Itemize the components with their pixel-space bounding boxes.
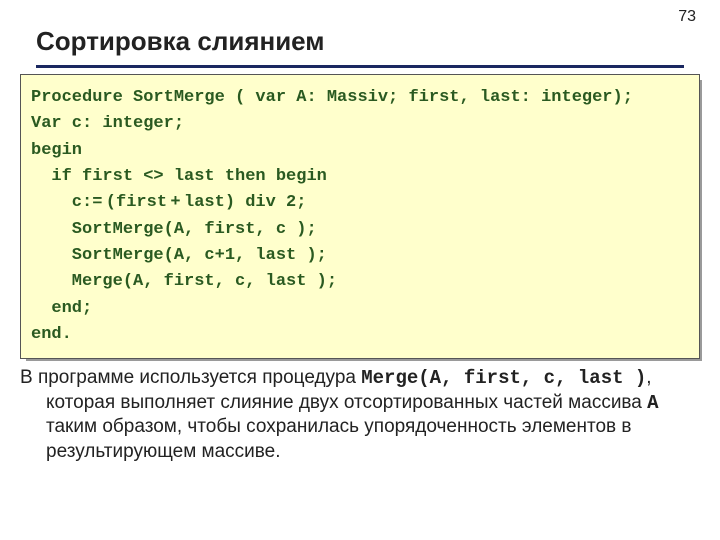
code-line: Merge(A, first, c, last );	[31, 269, 689, 295]
slide: 73 Сортировка слиянием Procedure SortMer…	[0, 0, 720, 540]
code-line: if first <> last then begin	[31, 164, 689, 190]
slide-title: Сортировка слиянием	[36, 26, 684, 68]
code-line: SortMerge(A, c+1, last );	[31, 243, 689, 269]
code-block: Procedure SortMerge ( var A: Massiv; fir…	[20, 74, 700, 359]
page-number: 73	[678, 8, 696, 26]
code-line: Var c: integer;	[31, 111, 689, 137]
inline-code: Merge(A, first, c, last )	[361, 367, 646, 389]
code-line: Procedure SortMerge ( var A: Massiv; fir…	[31, 85, 689, 111]
inline-code: A	[647, 392, 658, 414]
body-paragraph: В программе используется процедура Merge…	[20, 366, 696, 465]
paragraph-text: В программе используется процедура Merge…	[20, 366, 696, 465]
text-run: В программе используется процедура	[20, 367, 361, 388]
code-line: SortMerge(A, first, c );	[31, 217, 689, 243]
code-box: Procedure SortMerge ( var A: Massiv; fir…	[20, 74, 700, 359]
text-run: таким образом, чтобы сохранилась упорядо…	[46, 416, 632, 462]
code-line: end;	[31, 296, 689, 322]
code-line: c:= (first + last) div 2;	[31, 190, 689, 216]
code-line: end.	[31, 322, 689, 348]
code-line: begin	[31, 138, 689, 164]
